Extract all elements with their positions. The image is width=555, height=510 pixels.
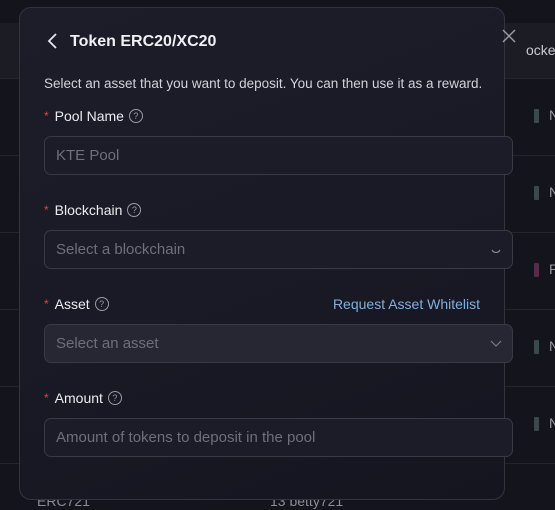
blockchain-placeholder: Select a blockchain — [56, 241, 186, 258]
background-row-text: N — [549, 184, 555, 200]
close-icon[interactable] — [501, 28, 517, 44]
background-row-text: P — [549, 261, 555, 277]
required-mark: * — [44, 109, 49, 123]
background-header-text: ocke — [526, 42, 555, 58]
deposit-token-modal: Token ERC20/XC20 Select an asset that yo… — [19, 7, 516, 500]
help-icon[interactable]: ? — [94, 297, 109, 311]
modal-description: Select an asset that you want to deposit… — [44, 76, 483, 91]
required-mark: * — [44, 203, 49, 217]
asset-label-text: Asset — [54, 296, 90, 312]
help-icon[interactable]: ? — [107, 391, 122, 405]
back-arrow-icon[interactable] — [46, 32, 60, 50]
chevron-down-icon — [490, 340, 502, 347]
pool-name-input[interactable]: KTE Pool — [44, 136, 513, 175]
background-row-text: N — [549, 338, 555, 354]
token-icon — [534, 109, 539, 123]
blockchain-select[interactable]: Select a blockchain — [44, 230, 513, 269]
blockchain-label: * Blockchain ? — [44, 202, 142, 218]
asset-select[interactable]: Select an asset — [44, 324, 513, 363]
required-mark: * — [44, 391, 49, 405]
blockchain-label-text: Blockchain — [54, 202, 123, 218]
token-icon — [534, 340, 539, 354]
token-icon — [534, 263, 539, 277]
required-mark: * — [44, 297, 49, 311]
modal-title: Token ERC20/XC20 — [70, 33, 217, 50]
token-icon — [534, 417, 539, 431]
amount-input[interactable]: Amount of tokens to deposit in the pool — [44, 418, 513, 457]
help-icon[interactable]: ? — [128, 109, 143, 123]
amount-label: * Amount ? — [44, 390, 122, 406]
token-icon — [534, 186, 539, 200]
pool-name-label: * Pool Name ? — [44, 108, 143, 124]
amount-label-text: Amount — [54, 390, 103, 406]
pool-name-label-text: Pool Name — [54, 108, 124, 124]
background-row-text: N — [549, 107, 555, 123]
asset-label: * Asset ? — [44, 296, 109, 312]
background-row-text: N — [549, 415, 555, 431]
request-asset-whitelist-link[interactable]: Request Asset Whitelist — [333, 296, 480, 312]
asset-placeholder: Select an asset — [56, 335, 159, 352]
loading-spinner-icon — [491, 249, 501, 254]
help-icon[interactable]: ? — [127, 203, 142, 217]
